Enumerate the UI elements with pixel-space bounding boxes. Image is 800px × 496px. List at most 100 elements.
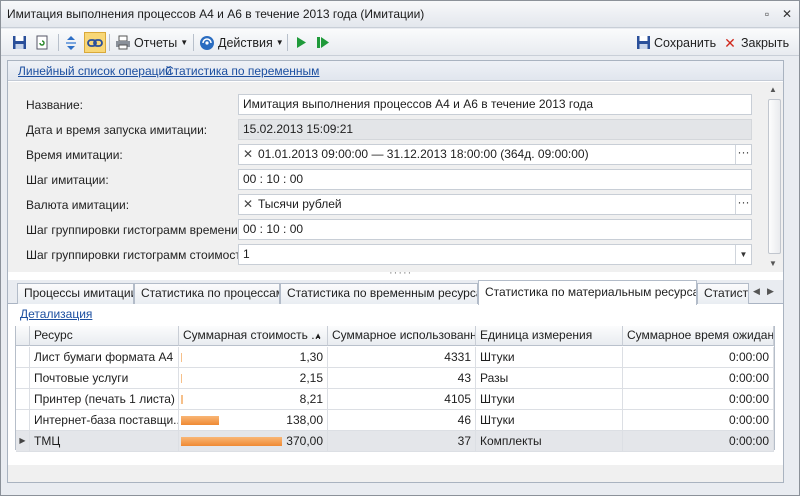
start-time-label: Дата и время запуска имитации: — [26, 123, 208, 137]
link-button[interactable] — [84, 32, 106, 53]
table-cell-unit[interactable]: Разы — [476, 368, 623, 389]
table-cell-resource[interactable]: Интернет-база поставщи... — [30, 410, 179, 431]
row-indicator[interactable] — [16, 347, 30, 368]
clear-icon[interactable]: ✕ — [243, 195, 255, 214]
table-cell-usage[interactable]: 4105 — [328, 389, 476, 410]
table-cell-resource[interactable]: ТМЦ — [30, 431, 179, 452]
run-button[interactable] — [293, 32, 309, 53]
reports-menu[interactable]: Отчеты ▼ — [115, 32, 188, 53]
document-refresh-icon — [34, 35, 50, 51]
detail-link[interactable]: Детализация — [20, 307, 92, 321]
currency-field[interactable]: ✕ Тысячи рублей ··· — [238, 194, 752, 215]
table-cell-unit[interactable]: Штуки — [476, 389, 623, 410]
cost-bar — [181, 416, 219, 425]
clear-icon[interactable]: ✕ — [243, 145, 255, 164]
cost-histogram-step-select[interactable]: 1 ▼ — [238, 244, 752, 265]
simulation-time-field[interactable]: ✕ 01.01.2013 09:00:00 — 31.12.2013 18:00:… — [238, 144, 752, 165]
save-button[interactable]: Сохранить — [635, 32, 716, 53]
actions-menu[interactable]: Действия ▼ — [199, 32, 284, 53]
table-cell-resource[interactable]: Почтовые услуги — [30, 368, 179, 389]
column-header-total-cost[interactable]: Суммарная стоимость ... ▲ — [179, 326, 328, 346]
ellipsis-button[interactable]: ··· — [735, 145, 751, 164]
row-indicator[interactable] — [16, 389, 30, 410]
table-cell-unit[interactable]: Штуки — [476, 347, 623, 368]
simulation-time-label: Время имитации: — [26, 148, 123, 162]
tab-process-stats[interactable]: Статистика по процессам — [134, 283, 280, 304]
cost-histogram-step-value: 1 — [243, 247, 250, 261]
table-cell-wait[interactable]: 0:00:00 — [623, 431, 774, 452]
table-cell-cost[interactable]: 2,15 — [179, 368, 328, 389]
step-label: Шаг имитации: — [26, 173, 109, 187]
table-cell-cost[interactable]: 1,30 — [179, 347, 328, 368]
table-cell-usage[interactable]: 46 — [328, 410, 476, 431]
tab-scroll-left-icon[interactable]: ◀ — [753, 286, 760, 297]
chevron-down-icon[interactable]: ▼ — [735, 245, 751, 264]
table-cell-unit[interactable]: Комплекты — [476, 431, 623, 452]
window-title: Имитация выполнения процессов А4 и А6 в … — [7, 7, 425, 21]
refresh-button[interactable] — [34, 32, 50, 53]
column-header-total-cost-label: Суммарная стоимость ... — [183, 328, 322, 342]
column-header-total-usage[interactable]: Суммарное использованн... — [328, 326, 476, 346]
form-scroll-thumb[interactable] — [768, 99, 781, 254]
restore-button[interactable]: ▫ — [760, 7, 774, 21]
reports-label: Отчеты — [134, 35, 178, 50]
column-header-wait-time[interactable]: Суммарное время ожидания — [623, 326, 774, 346]
splitter-grip[interactable]: ····· — [389, 267, 412, 279]
chain-link-icon — [87, 35, 103, 51]
ellipsis-button[interactable]: ··· — [735, 195, 751, 214]
column-header-resource[interactable]: Ресурс — [30, 326, 179, 346]
globe-action-icon — [199, 35, 215, 51]
table-cell-wait[interactable]: 0:00:00 — [623, 389, 774, 410]
tab-material-resource-stats[interactable]: Статистика по материальным ресурсам — [478, 280, 697, 305]
scroll-up-icon[interactable]: ▲ — [769, 85, 777, 94]
table-cell-wait[interactable]: 0:00:00 — [623, 347, 774, 368]
table-cell-unit[interactable]: Штуки — [476, 410, 623, 431]
row-indicator[interactable]: ▶ — [16, 431, 30, 452]
tab-simulation-processes[interactable]: Процессы имитации — [17, 283, 134, 304]
step-forward-icon — [315, 35, 331, 51]
table-cell-wait[interactable]: 0:00:00 — [623, 368, 774, 389]
tab-scroll-right-icon[interactable]: ▶ — [767, 286, 774, 297]
printer-icon — [115, 35, 131, 51]
time-histogram-step-input[interactable]: 00 : 10 : 00 — [238, 219, 752, 240]
table-cell-resource[interactable]: Лист бумаги формата А4 — [30, 347, 179, 368]
table-cell-cost[interactable]: 138,00 — [179, 410, 328, 431]
step-input[interactable]: 00 : 10 : 00 — [238, 169, 752, 190]
expand-button[interactable] — [63, 32, 79, 53]
cost-value: 138,00 — [286, 413, 323, 427]
scroll-down-icon[interactable]: ▼ — [769, 259, 777, 268]
floppy-icon — [635, 35, 651, 51]
tab-time-resource-stats[interactable]: Статистика по временным ресурсам — [280, 283, 478, 304]
step-button[interactable] — [315, 32, 331, 53]
close-button[interactable]: ✕ Закрыть — [722, 32, 789, 53]
table-cell-usage[interactable]: 43 — [328, 368, 476, 389]
cost-value: 2,15 — [299, 371, 323, 385]
table-cell-wait[interactable]: 0:00:00 — [623, 410, 774, 431]
cost-bar — [181, 374, 182, 383]
play-icon — [293, 35, 309, 51]
title-bar: Имитация выполнения процессов А4 и А6 в … — [1, 1, 799, 28]
tab-stats-more[interactable]: Статистика — [697, 283, 749, 304]
variable-stats-link[interactable]: Статистика по переменным — [165, 64, 319, 78]
toolbar: Отчеты ▼ Действия ▼ Сохранить ✕ Закрыть — [1, 29, 799, 56]
row-indicator[interactable] — [16, 368, 30, 389]
floppy-icon — [11, 35, 27, 51]
cost-bar — [181, 437, 282, 446]
chevron-down-icon: ▼ — [275, 38, 284, 47]
name-input[interactable]: Имитация выполнения процессов А4 и А6 в … — [238, 94, 752, 115]
close-icon: ✕ — [724, 34, 736, 51]
cost-bar — [181, 395, 183, 404]
save-icon-button[interactable] — [11, 32, 27, 53]
operation-list-link[interactable]: Линейный список операций — [18, 64, 172, 78]
table-cell-resource[interactable]: Принтер (печать 1 листа) — [30, 389, 179, 410]
table-cell-usage[interactable]: 37 — [328, 431, 476, 452]
simulation-time-value: 01.01.2013 09:00:00 — 31.12.2013 18:00:0… — [258, 147, 589, 161]
column-header-unit[interactable]: Единица измерения — [476, 326, 623, 346]
table-cell-cost[interactable]: 370,00 — [179, 431, 328, 452]
table-cell-usage[interactable]: 4331 — [328, 347, 476, 368]
row-indicator[interactable] — [16, 410, 30, 431]
toolbar-separator — [287, 34, 288, 51]
table-cell-cost[interactable]: 8,21 — [179, 389, 328, 410]
close-window-button[interactable]: ✕ — [780, 7, 794, 21]
row-indicator-header — [16, 326, 30, 346]
